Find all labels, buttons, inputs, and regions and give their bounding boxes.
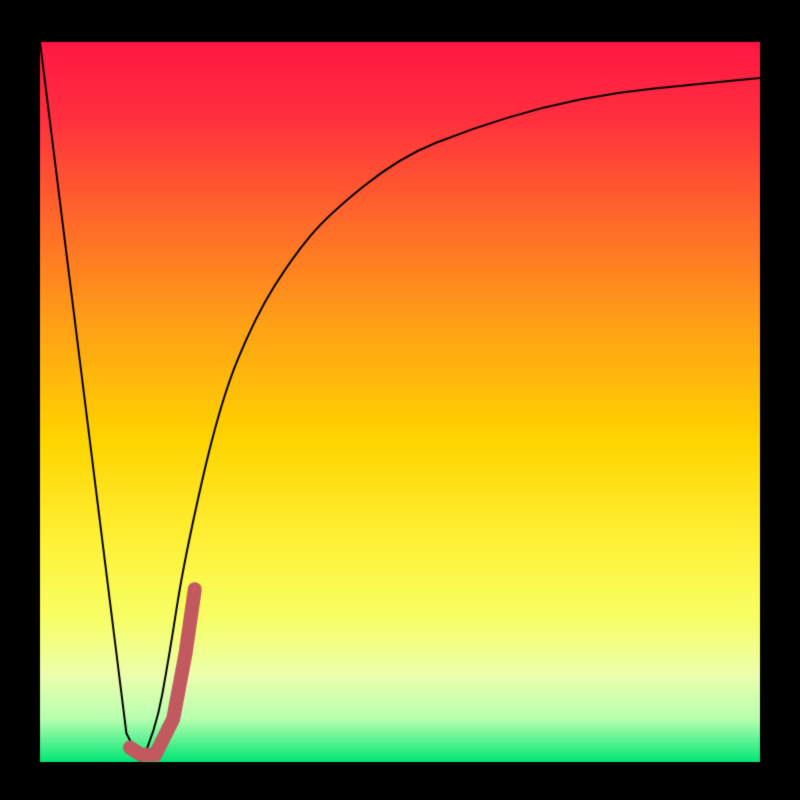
curve-layer [20, 22, 780, 782]
plot-area [20, 22, 780, 782]
